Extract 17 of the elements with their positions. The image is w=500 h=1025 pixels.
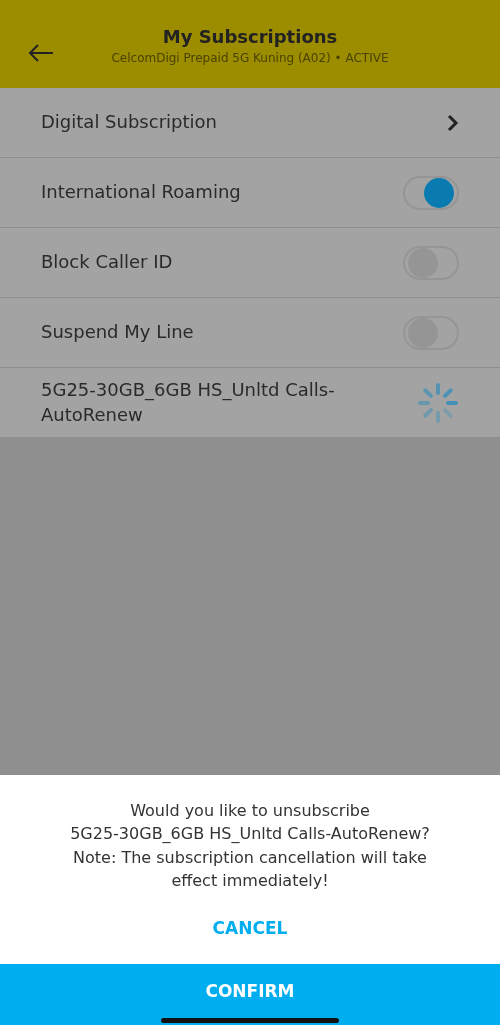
- row-label: 5G25-30GB_6GB HS_Unltd Calls- AutoRenew: [41, 378, 335, 427]
- settings-row[interactable]: Suspend My Line: [0, 298, 500, 368]
- settings-row[interactable]: 5G25-30GB_6GB HS_Unltd Calls- AutoRenew: [0, 368, 500, 438]
- row-label: Digital Subscription: [41, 110, 217, 135]
- loading-spinner-icon: [417, 381, 459, 424]
- settings-row[interactable]: Digital Subscription: [0, 88, 500, 158]
- page-subtitle: CelcomDigi Prepaid 5G Kuning (A02) • ACTIVE: [111, 50, 389, 65]
- row-label: International Roaming: [41, 180, 241, 205]
- settings-row[interactable]: International Roaming: [0, 158, 500, 228]
- back-arrow-icon[interactable]: [28, 43, 54, 63]
- row-label: Block Caller ID: [41, 250, 173, 275]
- settings-row[interactable]: Block Caller ID: [0, 228, 500, 298]
- page-title: My Subscriptions: [162, 25, 338, 47]
- toggle-switch[interactable]: [403, 175, 459, 210]
- chevron-right-icon: [447, 113, 459, 132]
- row-label: Suspend My Line: [41, 320, 194, 345]
- dialog-message: Would you like to unsubscribe 5G25-30GB_6GB HS_Unltd Calls-AutoRenew? Note: The subscription cancellation will take effect immediately!: [70, 800, 430, 892]
